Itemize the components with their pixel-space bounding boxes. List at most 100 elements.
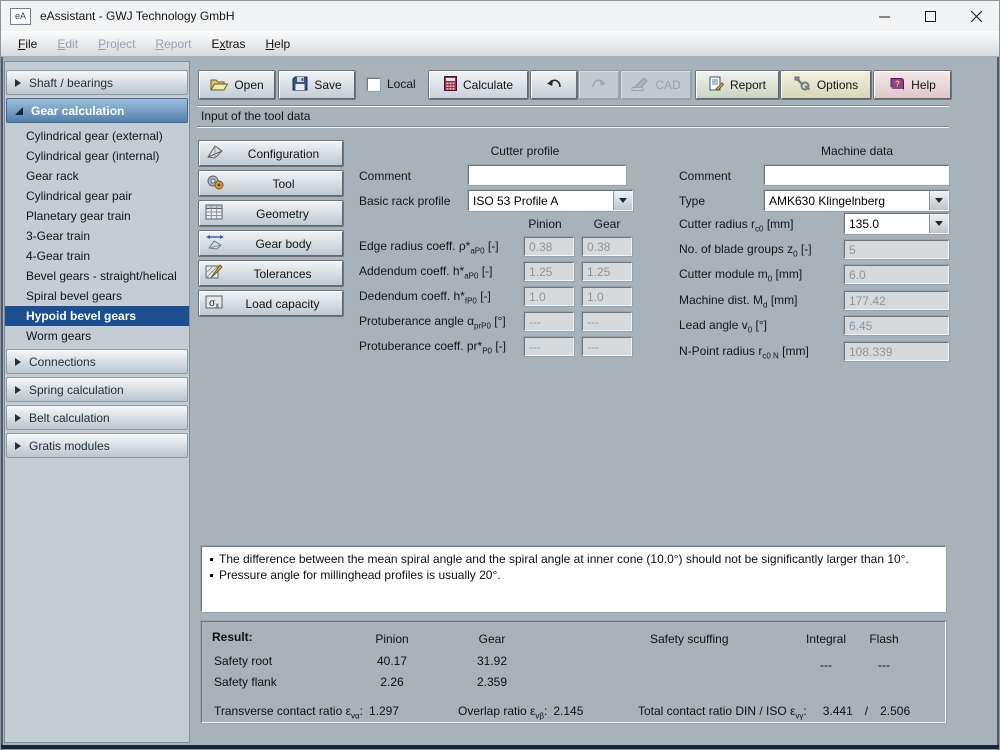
divider [197, 105, 949, 107]
bullet-icon [210, 558, 213, 561]
maximize-button[interactable] [907, 1, 953, 31]
tool-button[interactable]: Tool [199, 171, 343, 196]
geometry-button[interactable]: Geometry [199, 201, 343, 226]
basic-rack-profile-label: Basic rack profile [359, 194, 450, 208]
load-capacity-sigma-icon: σx [205, 294, 223, 313]
protuberance-angle-label: Protuberance angle αprP0 [°] [359, 314, 506, 330]
open-button[interactable]: Open [199, 71, 275, 99]
svg-text:?: ? [895, 79, 900, 88]
cutter-comment-label: Comment [359, 169, 411, 183]
undo-button[interactable] [531, 71, 577, 99]
sidebar-item-hypoid-bevel-gears[interactable]: Hypoid bevel gears [5, 306, 189, 326]
report-button[interactable]: Report [696, 71, 779, 99]
tolerances-icon [205, 264, 223, 283]
machine-type-value: AMK630 Klingelnberg [765, 194, 929, 208]
scuffing-integral-value: --- [794, 658, 858, 672]
menu-project: Project [88, 33, 145, 55]
sidebar-item-bevel-gears[interactable]: Bevel gears - straight/helical [5, 266, 189, 286]
dropdown-arrow-icon[interactable] [929, 191, 948, 210]
tool-gears-icon [205, 173, 225, 194]
gear-body-icon [205, 234, 225, 253]
sidebar-group-belt-calculation[interactable]: Belt calculation [6, 405, 188, 430]
dropdown-arrow-icon[interactable] [613, 191, 632, 210]
sidebar-item-spiral-bevel-gears[interactable]: Spiral bevel gears [5, 286, 189, 306]
cad-icon [631, 77, 649, 94]
sidebar-item-worm-gears[interactable]: Worm gears [5, 326, 189, 346]
save-button[interactable]: Save [279, 71, 355, 99]
sidebar-group-gear-calculation[interactable]: Gear calculation [6, 98, 188, 123]
local-checkbox[interactable] [367, 78, 380, 91]
menu-edit: Edit [47, 33, 88, 55]
main-content: Open Save Local Calculate [195, 61, 997, 745]
machine-comment-input[interactable] [764, 165, 949, 185]
n-point-radius-label: N-Point radius rc0 N [mm] [679, 344, 809, 360]
basic-rack-profile-select[interactable]: ISO 53 Profile A [468, 190, 633, 211]
close-button[interactable] [953, 1, 999, 31]
machine-type-select[interactable]: AMK630 Klingelnberg [764, 190, 949, 211]
cutter-radius-select[interactable]: 135.0 [844, 213, 949, 234]
maximize-icon [925, 11, 936, 22]
section-title: Input of the tool data [201, 109, 310, 123]
sidebar-group-shaft-bearings[interactable]: Shaft / bearings [6, 70, 188, 95]
help-book-icon: ? [889, 77, 905, 94]
titlebar: eA eAssistant - GWJ Technology GmbH [1, 1, 999, 31]
sidebar-item-gear-rack[interactable]: Gear rack [5, 166, 189, 186]
close-icon [971, 11, 982, 22]
menu-help[interactable]: Help [255, 33, 300, 55]
blade-groups-field: 5 [844, 240, 949, 259]
pinion-column-header: Pinion [515, 217, 575, 231]
result-gear-header: Gear [460, 632, 524, 646]
result-flash-header: Flash [854, 632, 914, 646]
machine-type-label: Type [679, 194, 705, 208]
save-floppy-icon [292, 76, 308, 94]
edge-radius-gear-field: 0.38 [582, 237, 632, 256]
window-frame [997, 57, 999, 749]
minimize-button[interactable] [861, 1, 907, 31]
note-line: The difference between the mean spiral a… [210, 551, 937, 567]
sidebar-item-3-gear-train[interactable]: 3-Gear train [5, 226, 189, 246]
cutter-comment-input[interactable] [468, 165, 626, 185]
cutter-radius-value: 135.0 [845, 217, 929, 231]
geometry-grid-icon [205, 204, 223, 223]
open-folder-icon [210, 77, 228, 94]
load-capacity-button[interactable]: σx Load capacity [199, 291, 343, 316]
menu-file[interactable]: File [8, 33, 47, 55]
dedendum-pinion-field: 1.0 [524, 287, 574, 306]
sidebar-item-planetary-gear-train[interactable]: Planetary gear train [5, 206, 189, 226]
sidebar-group-spring-calculation[interactable]: Spring calculation [6, 377, 188, 402]
gear-body-button[interactable]: Gear body [199, 231, 343, 256]
sidebar-item-cylindrical-gear-pair[interactable]: Cylindrical gear pair [5, 186, 189, 206]
sidebar-group-gratis-modules[interactable]: Gratis modules [6, 433, 188, 458]
undo-icon [546, 78, 562, 93]
cutter-module-field: 6.0 [844, 265, 949, 284]
chevron-right-icon [15, 414, 21, 422]
calculate-button[interactable]: Calculate [429, 71, 528, 99]
window-frame [1, 745, 999, 749]
options-tools-icon [794, 76, 811, 94]
divider [197, 126, 949, 128]
protuberance-coeff-label: Protuberance coeff. pr*P0 [-] [359, 339, 506, 355]
chevron-right-icon [15, 79, 21, 87]
notes-panel: The difference between the mean spiral a… [201, 546, 946, 612]
tolerances-button[interactable]: Tolerances [199, 261, 343, 286]
dropdown-arrow-icon[interactable] [929, 214, 948, 233]
app-body: Shaft / bearings Gear calculation Cylind… [1, 57, 999, 749]
result-title: Result: [212, 630, 253, 644]
sidebar-item-cylindrical-gear-internal[interactable]: Cylindrical gear (internal) [5, 146, 189, 166]
sidebar-group-connections[interactable]: Connections [6, 349, 188, 374]
chevron-right-icon [15, 386, 21, 394]
report-document-icon [709, 76, 724, 94]
safety-flank-pinion-value: 2.26 [360, 675, 424, 689]
options-button[interactable]: Options [781, 71, 871, 99]
basic-rack-profile-value: ISO 53 Profile A [469, 194, 613, 208]
menu-extras[interactable]: Extras [201, 33, 255, 55]
sidebar-item-4-gear-train[interactable]: 4-Gear train [5, 246, 189, 266]
safety-root-gear-value: 31.92 [460, 654, 524, 668]
configuration-button[interactable]: Configuration [199, 141, 343, 166]
dedendum-gear-field: 1.0 [582, 287, 632, 306]
cutter-profile-title: Cutter profile [435, 144, 615, 158]
help-button[interactable]: ? Help [874, 71, 951, 99]
menu-report: Report [145, 33, 201, 55]
result-integral-header: Integral [794, 632, 858, 646]
sidebar-item-cylindrical-gear-external[interactable]: Cylindrical gear (external) [5, 126, 189, 146]
